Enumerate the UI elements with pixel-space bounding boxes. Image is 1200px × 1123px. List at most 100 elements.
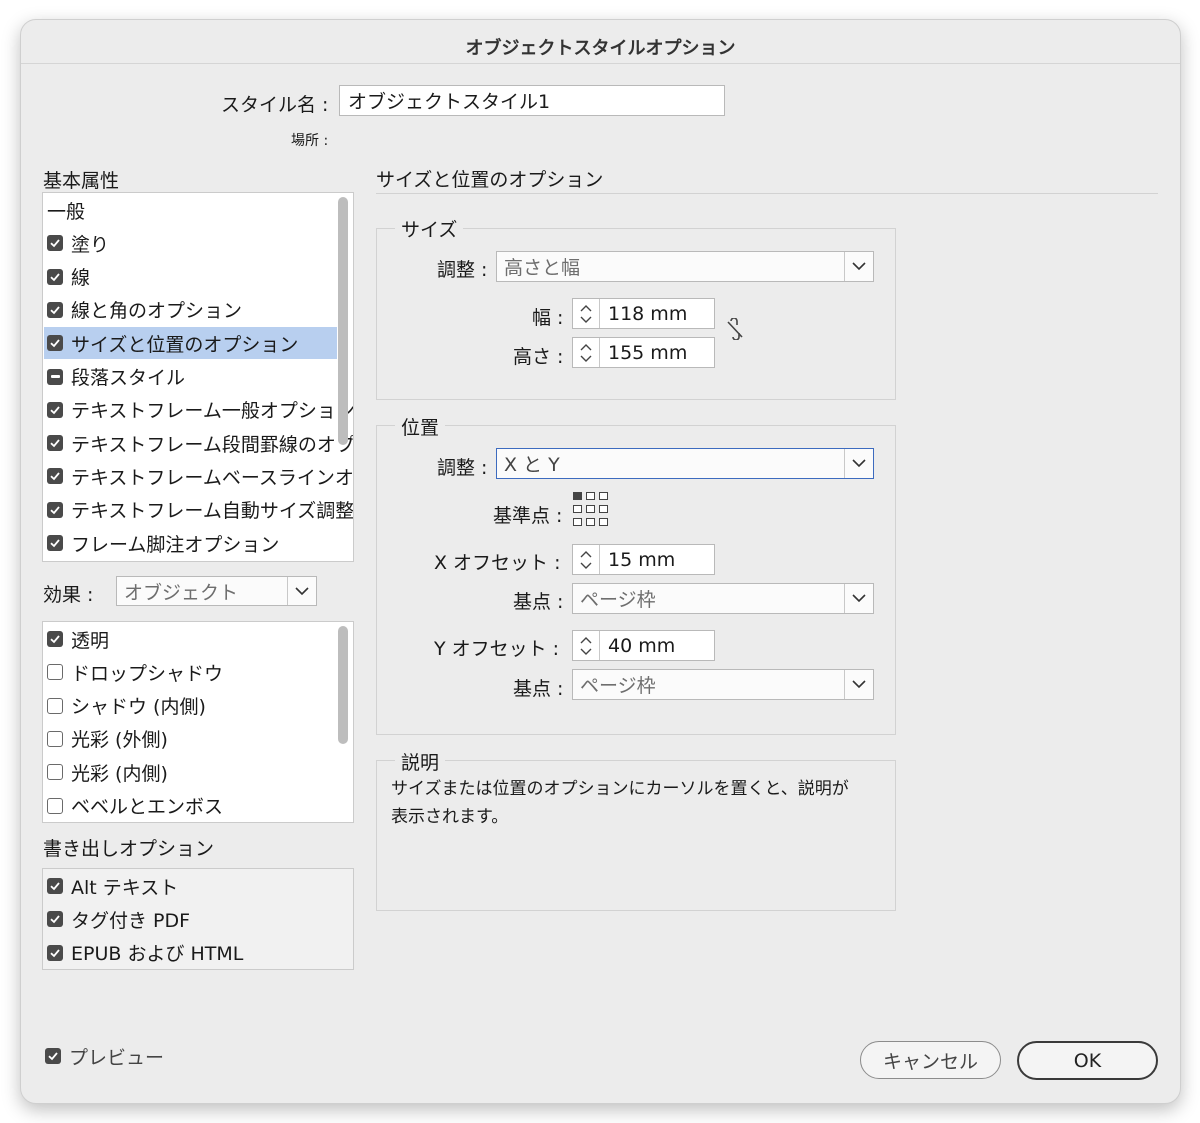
effect-item-label: シャドウ (内側) bbox=[71, 696, 206, 719]
object-style-options-dialog: オブジェクトスタイルオプション スタイル名 : オブジェクトスタイル1 場所 :… bbox=[20, 19, 1181, 1104]
dialog-title: オブジェクトスタイルオプション bbox=[465, 38, 736, 59]
export-option-item-label: Alt テキスト bbox=[71, 876, 179, 899]
basic-attribute-item[interactable]: 塗り bbox=[47, 227, 109, 259]
height-value[interactable]: 155 mm bbox=[600, 338, 687, 367]
basic-attribute-item[interactable]: フレーム脚注オプション bbox=[47, 527, 279, 559]
checkbox-unchecked-icon[interactable] bbox=[47, 730, 63, 747]
effects-dropdown[interactable]: オブジェクト bbox=[116, 576, 317, 606]
effect-item[interactable]: シャドウ (内側) bbox=[47, 690, 206, 722]
checkbox-checked-icon[interactable] bbox=[47, 911, 63, 928]
ref-point-top-right[interactable] bbox=[599, 492, 608, 500]
checkbox-checked-icon[interactable] bbox=[47, 535, 63, 551]
export-option-item[interactable]: EPUB および HTML bbox=[47, 937, 243, 969]
ref-point-bottom-center[interactable] bbox=[586, 518, 595, 526]
checkbox-mixed-icon[interactable] bbox=[47, 368, 63, 385]
stepper-arrows-icon[interactable] bbox=[573, 338, 600, 367]
width-stepper[interactable]: 118 mm bbox=[572, 298, 715, 329]
height-stepper[interactable]: 155 mm bbox=[572, 337, 715, 368]
effect-item[interactable]: ベベルとエンボス bbox=[47, 790, 223, 822]
y-origin-value: ページ枠 bbox=[580, 675, 656, 697]
title-separator bbox=[21, 63, 1180, 64]
preview-checkbox[interactable]: プレビュー bbox=[45, 1040, 164, 1072]
panel-title-separator bbox=[376, 193, 1158, 194]
basic-attributes-scrollbar[interactable] bbox=[338, 197, 348, 445]
basic-attribute-item[interactable]: サイズと位置のオプション bbox=[44, 327, 337, 360]
checkbox-checked-icon[interactable] bbox=[47, 235, 63, 252]
constrain-proportions-broken-link-icon[interactable] bbox=[725, 317, 745, 344]
effect-item-label: ベベルとエンボス bbox=[71, 796, 224, 818]
effect-item[interactable]: 光彩 (内側) bbox=[47, 756, 168, 788]
y-offset-value[interactable]: 40 mm bbox=[600, 631, 675, 660]
checkbox-checked-icon[interactable] bbox=[47, 301, 63, 318]
export-option-item-label: EPUB および HTML bbox=[71, 943, 244, 966]
basic-attribute-item-label: 線と角のオプション bbox=[71, 300, 243, 323]
ref-point-bottom-left[interactable] bbox=[573, 518, 582, 526]
y-origin-dropdown[interactable]: ページ枠 bbox=[572, 669, 874, 700]
checkbox-checked-icon bbox=[45, 1048, 61, 1064]
effect-item[interactable]: 透明 bbox=[47, 623, 109, 655]
effects-label: 効果 : bbox=[43, 584, 94, 606]
ref-point-center[interactable] bbox=[586, 505, 595, 513]
basic-attribute-item[interactable]: テキストフレーム段間罫線のオプション bbox=[47, 427, 353, 459]
x-offset-stepper[interactable]: 15 mm bbox=[572, 544, 715, 575]
export-option-item[interactable]: Alt テキスト bbox=[47, 870, 178, 902]
checkbox-checked-icon[interactable] bbox=[47, 944, 63, 961]
checkbox-checked-icon[interactable] bbox=[47, 268, 63, 285]
checkbox-unchecked-icon[interactable] bbox=[47, 764, 63, 781]
cancel-button[interactable]: キャンセル bbox=[860, 1041, 1001, 1079]
x-offset-label: X オフセット : bbox=[434, 552, 561, 574]
basic-attribute-item[interactable]: 段落スタイル bbox=[47, 361, 185, 393]
size-group-title: サイズ bbox=[395, 215, 464, 242]
y-offset-stepper[interactable]: 40 mm bbox=[572, 630, 715, 661]
ref-point-middle-left[interactable] bbox=[573, 505, 582, 513]
ref-point-bottom-right[interactable] bbox=[599, 518, 608, 526]
x-origin-dropdown[interactable]: ページ枠 bbox=[572, 583, 874, 614]
width-value[interactable]: 118 mm bbox=[600, 299, 687, 328]
checkbox-unchecked-icon[interactable] bbox=[47, 664, 63, 681]
checkbox-checked-icon[interactable] bbox=[47, 878, 63, 894]
chevron-down-icon bbox=[844, 449, 873, 478]
description-group-title: 説明 bbox=[395, 748, 446, 775]
effects-scrollbar[interactable] bbox=[338, 626, 348, 744]
reference-point-grid-icon[interactable] bbox=[573, 492, 613, 530]
ok-button[interactable]: OK bbox=[1017, 1041, 1158, 1080]
x-offset-value[interactable]: 15 mm bbox=[600, 545, 675, 574]
checkbox-checked-icon[interactable] bbox=[47, 435, 63, 452]
effects-dropdown-value: オブジェクト bbox=[124, 581, 239, 604]
checkbox-checked-icon[interactable] bbox=[47, 401, 63, 418]
basic-attribute-item-label: 線 bbox=[71, 267, 91, 290]
basic-attribute-item[interactable]: テキストフレーム一般オプション bbox=[47, 394, 353, 426]
checkbox-checked-icon[interactable] bbox=[47, 631, 63, 647]
export-option-item[interactable]: タグ付き PDF bbox=[47, 903, 190, 935]
effect-item[interactable]: 光彩 (外側) bbox=[47, 723, 168, 755]
chevron-down-icon bbox=[844, 252, 873, 281]
width-label: 幅 : bbox=[532, 307, 564, 329]
stepper-arrows-icon[interactable] bbox=[573, 631, 600, 660]
ref-point-top-left[interactable] bbox=[573, 492, 582, 500]
basic-attribute-item[interactable]: 線 bbox=[47, 261, 90, 293]
effect-item[interactable]: ドロップシャドウ bbox=[47, 656, 223, 688]
basic-attribute-item[interactable]: 一般 bbox=[47, 194, 85, 226]
stepper-arrows-icon[interactable] bbox=[573, 545, 600, 574]
checkbox-unchecked-icon[interactable] bbox=[47, 697, 63, 714]
ref-point-top-center[interactable] bbox=[586, 492, 595, 500]
checkbox-unchecked-icon[interactable] bbox=[47, 797, 63, 814]
checkbox-checked-icon[interactable] bbox=[47, 468, 63, 485]
basic-attribute-item[interactable]: テキストフレームベースラインオプション bbox=[47, 460, 353, 492]
position-group-title: 位置 bbox=[395, 413, 446, 440]
location-label: 場所 : bbox=[291, 133, 329, 149]
description-text-line2: 表示されます。 bbox=[391, 807, 509, 827]
basic-attributes-list: 一般 塗り線線と角のオプション サイズと位置のオプション 段落スタイル テキストフレーム… bbox=[42, 192, 354, 562]
basic-attributes-heading: 基本属性 bbox=[43, 170, 120, 192]
position-adjust-dropdown[interactable]: X と Y bbox=[496, 448, 874, 479]
stepper-arrows-icon[interactable] bbox=[573, 299, 600, 328]
description-text-line1: サイズまたは位置のオプションにカーソルを置くと、説明が bbox=[391, 779, 849, 799]
basic-attribute-item[interactable]: 線と角のオプション bbox=[47, 294, 242, 326]
basic-attribute-item[interactable]: テキストフレーム自動サイズ調整オプション bbox=[47, 494, 353, 526]
checkbox-checked-icon[interactable] bbox=[47, 335, 63, 352]
size-adjust-dropdown[interactable]: 高さと幅 bbox=[496, 251, 874, 282]
ref-point-middle-right[interactable] bbox=[599, 505, 608, 513]
style-name-input[interactable]: オブジェクトスタイル1 bbox=[339, 85, 725, 116]
size-adjust-label: 調整 : bbox=[437, 259, 488, 281]
checkbox-checked-icon[interactable] bbox=[47, 501, 63, 518]
